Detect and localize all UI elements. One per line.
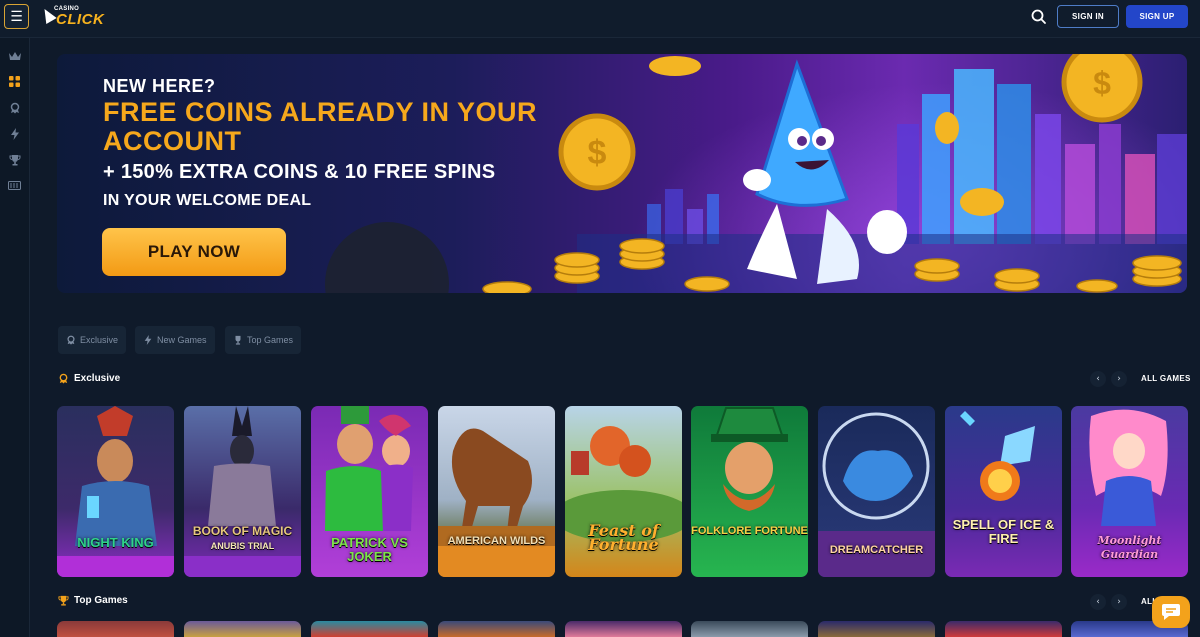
filter-chip-label: Top Games bbox=[247, 335, 294, 345]
carousel-prev-button[interactable]: ‹ bbox=[1090, 371, 1106, 387]
crown-icon[interactable] bbox=[7, 48, 22, 63]
game-card-american-wilds[interactable]: AMERICAN WILDS bbox=[438, 406, 555, 577]
game-title: SPELL OF ICE & FIRE bbox=[952, 517, 1055, 546]
logo-main-text: CLICK bbox=[56, 11, 105, 28]
welcome-banner[interactable]: $ $ NEW HERE? FREE COINS ALREADY IN YOUR… bbox=[57, 54, 1187, 293]
game-title: Feast of Fortune bbox=[588, 521, 659, 554]
search-icon[interactable] bbox=[1030, 8, 1048, 26]
game-card-book-of-magic[interactable]: BOOK OF MAGIC ANUBIS TRIAL bbox=[184, 406, 301, 577]
play-now-button[interactable]: PLAY NOW bbox=[102, 228, 286, 276]
filter-chip-new-games[interactable]: New Games bbox=[135, 326, 215, 354]
game-card-partial[interactable] bbox=[691, 621, 808, 637]
filter-chip-label: New Games bbox=[157, 335, 207, 345]
ticket-icon[interactable] bbox=[7, 178, 22, 193]
exclusive-icon bbox=[67, 335, 75, 345]
hamburger-menu-button[interactable]: ☰ bbox=[4, 4, 29, 29]
svg-text:$: $ bbox=[1093, 65, 1111, 101]
section-title-top-games: Top Games bbox=[58, 595, 128, 606]
game-art bbox=[945, 406, 1062, 577]
section-title-exclusive: Exclusive bbox=[58, 373, 120, 384]
svg-text:$: $ bbox=[588, 134, 607, 172]
game-card-dreamcatcher[interactable]: DREAMCATCHER bbox=[818, 406, 935, 577]
filter-chip-label: Exclusive bbox=[80, 335, 119, 345]
carousel-next-button[interactable]: › bbox=[1111, 594, 1127, 610]
hero-heading-main: FREE COINS ALREADY IN YOUR ACCOUNT bbox=[103, 97, 538, 156]
section-title-text: Exclusive bbox=[74, 373, 121, 384]
carousel-prev-button[interactable]: ‹ bbox=[1090, 594, 1106, 610]
game-card-night-king[interactable]: NIGHT KING bbox=[57, 406, 174, 577]
game-title: FOLKLORE FORTUNE bbox=[691, 525, 808, 537]
game-title: PATRICK VS JOKER bbox=[331, 535, 408, 564]
hero-subtext: IN YOUR WELCOME DEAL bbox=[103, 192, 312, 209]
game-card-partial[interactable] bbox=[184, 621, 301, 637]
game-subtitle: ANUBIS TRIAL bbox=[210, 541, 275, 551]
sign-in-button[interactable]: SIGN IN bbox=[1057, 5, 1119, 28]
game-art bbox=[438, 406, 555, 577]
section-title-text: Top Games bbox=[74, 595, 128, 606]
filter-chip-exclusive[interactable]: Exclusive bbox=[58, 326, 127, 354]
game-card-partial[interactable] bbox=[818, 621, 935, 637]
exclusive-icon bbox=[59, 373, 68, 384]
lightning-icon[interactable] bbox=[7, 126, 22, 141]
sign-up-button[interactable]: SIGN UP bbox=[1126, 5, 1188, 28]
game-card-partial[interactable] bbox=[57, 621, 174, 637]
carousel-next-button[interactable]: › bbox=[1111, 371, 1127, 387]
trophy-icon bbox=[235, 335, 241, 345]
game-title: Moonlight Guardian bbox=[1097, 534, 1162, 561]
game-title: AMERICAN WILDS bbox=[447, 535, 546, 547]
game-card-folklore-fortune[interactable]: FOLKLORE FORTUNE bbox=[691, 406, 808, 577]
game-card-patrick-vs-joker[interactable]: PATRICK VS JOKER bbox=[311, 406, 428, 577]
trophy-icon[interactable] bbox=[7, 152, 22, 167]
game-card-feast-of-fortune[interactable]: Feast of Fortune bbox=[565, 406, 682, 577]
game-card-moonlight-guardian[interactable]: Moonlight Guardian bbox=[1071, 406, 1188, 577]
hero-offer-text: + 150% EXTRA COINS & 10 FREE SPINS bbox=[103, 161, 496, 183]
game-card-spell-of-ice-and-fire[interactable]: SPELL OF ICE & FIRE bbox=[945, 406, 1062, 577]
game-art bbox=[691, 406, 808, 577]
game-card-partial[interactable] bbox=[311, 621, 428, 637]
game-title: BOOK OF MAGIC bbox=[192, 524, 293, 538]
filter-chip-top-games[interactable]: Top Games bbox=[225, 326, 302, 354]
lightning-icon bbox=[144, 335, 152, 345]
menu-icon: ☰ bbox=[10, 8, 23, 25]
trophy-icon bbox=[58, 595, 69, 606]
exclusive-icon[interactable] bbox=[7, 100, 22, 115]
game-card-partial[interactable] bbox=[565, 621, 682, 637]
sidebar bbox=[0, 38, 30, 637]
grid-icon[interactable] bbox=[7, 74, 22, 89]
live-chat-button[interactable] bbox=[1152, 596, 1190, 628]
hero-heading-small: NEW HERE? bbox=[103, 76, 216, 96]
game-art bbox=[57, 406, 174, 577]
game-card-partial[interactable] bbox=[438, 621, 555, 637]
all-games-link[interactable]: ALL GAMES bbox=[1141, 374, 1191, 383]
game-title: NIGHT KING bbox=[77, 535, 154, 550]
game-card-partial[interactable] bbox=[945, 621, 1062, 637]
top-bar: ☰ CASINO CLICK SIGN IN SIGN UP bbox=[0, 0, 1200, 38]
game-title: DREAMCATCHER bbox=[829, 544, 924, 556]
chat-bubble-icon bbox=[1162, 604, 1180, 620]
